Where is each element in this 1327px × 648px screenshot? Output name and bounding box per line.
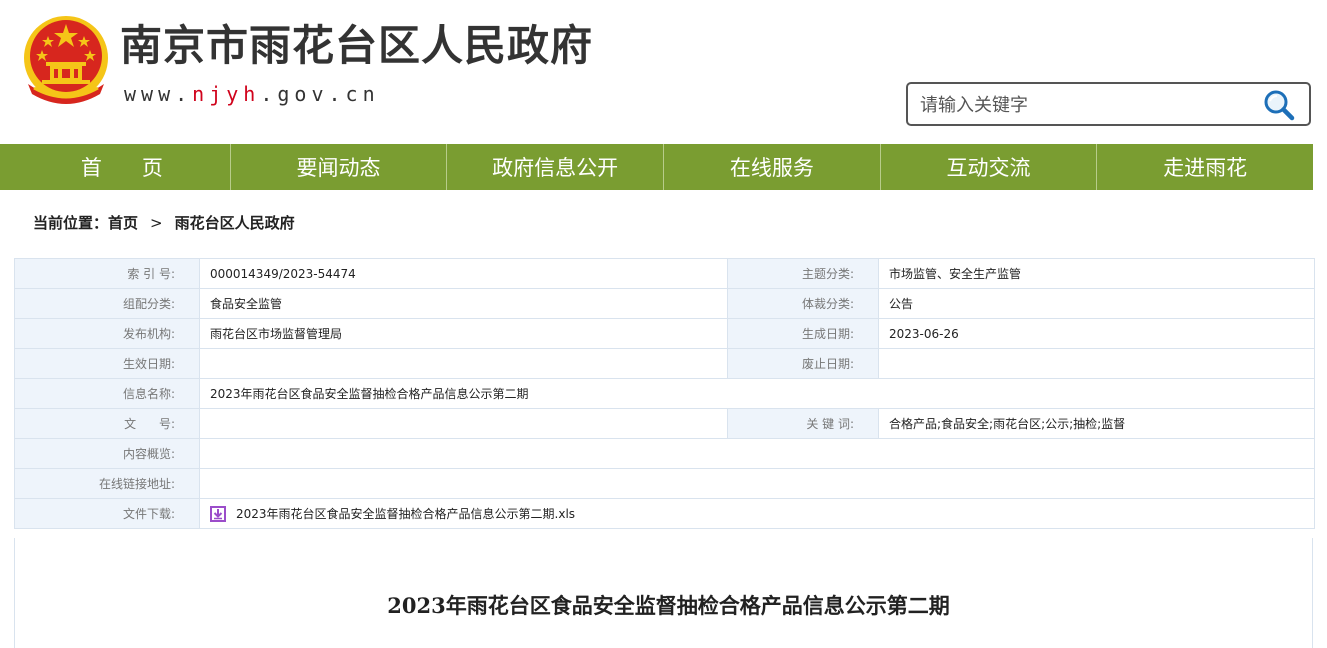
nav-item-online-service[interactable]: 在线服务 [664,144,881,190]
effective-date-label: 生效日期: [14,348,200,379]
genre-label: 体裁分类: [727,288,879,319]
breadcrumb-separator: > [150,213,163,232]
online-link-label: 在线链接地址: [14,468,200,499]
table-row: 发布机构: 雨花台区市场监督管理局 生成日期: 2023-06-26 [14,318,1315,349]
publisher-value: 雨花台区市场监督管理局 [199,318,728,349]
table-row: 文件下载: 2023年雨花台区食品安全监督抽检合格产品信息公示第二期.xls [14,498,1315,529]
doc-number-value [199,408,728,439]
nav-item-news[interactable]: 要闻动态 [231,144,448,190]
nav-item-home[interactable]: 首页 [14,144,231,190]
keywords-label: 关 键 词: [727,408,879,439]
table-row: 在线链接地址: [14,468,1315,499]
summary-label: 内容概览: [14,438,200,469]
nav-item-interaction[interactable]: 互动交流 [881,144,1098,190]
nav-left-strip [0,144,14,190]
info-name-label: 信息名称: [14,378,200,409]
table-row: 信息名称: 2023年雨花台区食品安全监督抽检合格产品信息公示第二期 [14,378,1315,409]
genre-value: 公告 [878,288,1315,319]
download-cell: 2023年雨花台区食品安全监督抽检合格产品信息公示第二期.xls [199,498,1315,529]
search-box [906,82,1311,126]
article-title: 2023年雨花台区食品安全监督抽检合格产品信息公示第二期 [387,593,950,618]
info-table: 索 引 号: 000014349/2023-54474 主题分类: 市场监管、安… [14,258,1315,529]
abolished-date-label: 废止日期: [727,348,879,379]
index-label: 索 引 号: [14,258,200,289]
category-label: 组配分类: [14,288,200,319]
site-url-suffix: .gov.cn [260,82,380,106]
info-name-value: 2023年雨花台区食品安全监督抽检合格产品信息公示第二期 [199,378,1315,409]
effective-date-value [199,348,728,379]
main-nav: 首页 要闻动态 政府信息公开 在线服务 互动交流 走进雨花 [14,144,1313,190]
topic-value: 市场监管、安全生产监管 [878,258,1315,289]
site-url: www.njyh.gov.cn [124,82,380,106]
index-value: 000014349/2023-54474 [199,258,728,289]
online-link-value [199,468,1315,499]
category-value: 食品安全监管 [199,288,728,319]
download-icon[interactable] [210,505,226,522]
nav-item-about-yuhua[interactable]: 走进雨花 [1097,144,1313,190]
breadcrumb-prefix: 当前位置： [33,214,109,232]
nav-item-gov-info[interactable]: 政府信息公开 [447,144,665,190]
topic-label: 主题分类: [727,258,879,289]
site-title: 南京市雨花台区人民政府 [120,21,594,70]
search-input[interactable] [918,88,1252,122]
site-url-prefix: www. [124,82,193,106]
breadcrumb-home-link[interactable]: 首页 [108,212,138,233]
keywords-value: 合格产品;食品安全;雨花台区;公示;抽检;监督 [878,408,1315,439]
download-label: 文件下载: [14,498,200,529]
abolished-date-value [878,348,1315,379]
site-url-highlight: njyh [192,82,261,106]
summary-value [199,438,1315,469]
breadcrumb: 当前位置： 首页 > 雨花台区人民政府 [33,212,295,233]
publisher-label: 发布机构: [14,318,200,349]
table-row: 索 引 号: 000014349/2023-54474 主题分类: 市场监管、安… [14,258,1315,289]
national-emblem-icon [24,16,108,104]
table-row: 文 号: 关 键 词: 合格产品;食品安全;雨花台区;公示;抽检;监督 [14,408,1315,439]
doc-number-label: 文 号: [14,408,200,439]
table-row: 生效日期: 废止日期: [14,348,1315,379]
created-date-label: 生成日期: [727,318,879,349]
search-icon [1264,90,1295,121]
search-button[interactable] [1263,89,1295,121]
breadcrumb-current-link[interactable]: 雨花台区人民政府 [175,212,295,233]
created-date-value: 2023-06-26 [878,318,1315,349]
download-file-link[interactable]: 2023年雨花台区食品安全监督抽检合格产品信息公示第二期.xls [236,507,575,521]
site-header: 南京市雨花台区人民政府 www.njyh.gov.cn [0,0,1327,144]
table-row: 组配分类: 食品安全监管 体裁分类: 公告 [14,288,1315,319]
table-row: 内容概览: [14,438,1315,469]
